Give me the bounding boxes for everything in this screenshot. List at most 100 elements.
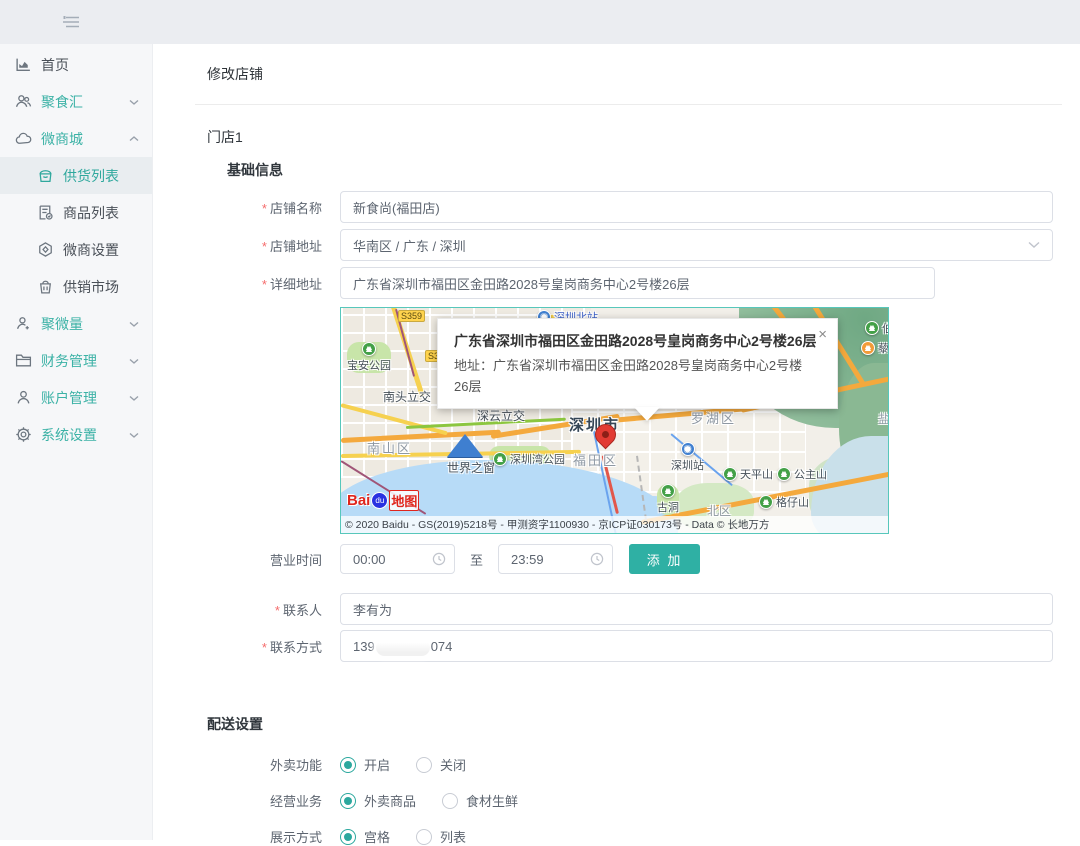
- add-hours-button[interactable]: 添 加: [629, 544, 700, 574]
- sidebar-item-label: 首页: [41, 55, 69, 75]
- sidebar: 首页 聚食汇 微商城: [0, 44, 153, 840]
- divider: [195, 104, 1062, 105]
- sidebar-item-weishangcheng[interactable]: 微商城: [0, 120, 152, 157]
- sidebar-item-juweiliang[interactable]: 聚微量: [0, 305, 152, 342]
- poi-pin-icon: ▲: [865, 321, 879, 335]
- poi-pin-icon: ▲: [759, 495, 773, 509]
- map-label: 南头立交: [383, 388, 431, 405]
- sidebar-item-label: 财务管理: [41, 351, 97, 371]
- required-mark: *: [275, 603, 280, 618]
- business-hours-row: 营业时间 00:00 至 23:59 添 加: [207, 544, 1080, 574]
- radio-option-off[interactable]: 关闭: [416, 755, 466, 774]
- map-label: 南山区: [367, 438, 412, 457]
- top-bar: [0, 0, 1080, 44]
- detail-address-row: *详细地址 广东省深圳市福田区金田路2028号皇岗商务中心2号楼26层: [207, 267, 1080, 299]
- hours-end-input[interactable]: 23:59: [498, 544, 613, 574]
- store-region-label: 店铺地址: [270, 239, 322, 254]
- sidebar-item-supply-list[interactable]: 供货列表: [0, 157, 152, 194]
- chart-icon: [15, 56, 32, 73]
- map-info-popup: 广东省深圳市福田区金田路2028号皇岗商务中心2号楼26层 地址：广东省深圳市福…: [437, 318, 838, 409]
- map-label: ▲天平山: [723, 466, 773, 482]
- map-label: ▲宝安公园: [347, 342, 391, 373]
- store-section-title: 门店1: [207, 127, 1080, 147]
- required-mark: *: [262, 239, 267, 254]
- store-region-row: *店铺地址 华南区 / 广东 / 深圳: [207, 229, 1080, 261]
- radio-option-fresh-food[interactable]: 食材生鲜: [442, 791, 518, 810]
- user-plus-icon: [15, 315, 32, 332]
- poi-pin-icon: ▲: [723, 467, 737, 481]
- map-label: 福田区: [573, 450, 618, 469]
- chevron-up-icon: [129, 135, 139, 143]
- masked-digits: [376, 639, 430, 656]
- map-label: ▲古洞: [657, 484, 679, 515]
- map-label: ◉深圳站: [671, 442, 704, 473]
- sidebar-item-system-settings[interactable]: 系统设置: [0, 416, 152, 453]
- sidebar-item-label: 供销市场: [63, 277, 119, 297]
- map-label: ▲公主山: [777, 466, 827, 482]
- main-content: 修改店铺 门店1 基础信息 *店铺名称 新食尚(福田店) *店铺地址 华南区 /…: [153, 44, 1080, 840]
- radio-unselected-icon: [416, 757, 432, 773]
- sidebar-collapse-icon[interactable]: [62, 14, 80, 30]
- radio-option-on[interactable]: 开启: [340, 755, 390, 774]
- sidebar-item-finance[interactable]: 财务管理: [0, 342, 152, 379]
- sidebar-item-account[interactable]: 账户管理: [0, 379, 152, 416]
- map-attribution: © 2020 Baidu - GS(2019)5218号 - 甲测资字11009…: [341, 516, 888, 533]
- store-region-select[interactable]: 华南区 / 广东 / 深圳: [340, 229, 1053, 261]
- station-icon: ◉: [681, 442, 695, 456]
- map-label: ▲藜蒴露营: [861, 340, 889, 356]
- list-icon: [37, 204, 54, 221]
- hours-start-input[interactable]: 00:00: [340, 544, 455, 574]
- business-hours-label: 营业时间: [207, 550, 322, 569]
- poi-pin-icon: ▲: [861, 341, 875, 355]
- takeout-function-label: 外卖功能: [207, 755, 322, 774]
- basic-info-title: 基础信息: [227, 160, 1080, 180]
- radio-selected-icon: [340, 757, 356, 773]
- chevron-down-icon: [1028, 241, 1040, 249]
- chevron-down-icon: [129, 320, 139, 328]
- map-label: 盐田: [878, 410, 889, 427]
- chevron-down-icon: [129, 394, 139, 402]
- radio-option-grid[interactable]: 宫格: [340, 827, 390, 846]
- takeout-function-row: 外卖功能 开启 关闭: [207, 755, 1080, 774]
- map-label: 世界之窗: [447, 459, 495, 476]
- clock-icon: [590, 552, 604, 566]
- display-mode-row: 展示方式 宫格 列表: [207, 827, 1080, 846]
- display-mode-label: 展示方式: [207, 827, 322, 846]
- sidebar-item-jushihui[interactable]: 聚食汇: [0, 83, 152, 120]
- map-row: S359S33▲宝安公园南头立交南山区世界之窗▲深圳湾公园福田区深云立交深圳市罗…: [340, 307, 1080, 534]
- contact-name-input[interactable]: 李有为: [340, 593, 1053, 625]
- close-icon[interactable]: ×: [818, 327, 827, 342]
- radio-option-takeout-goods[interactable]: 外卖商品: [340, 791, 416, 810]
- sidebar-item-label: 聚微量: [41, 314, 83, 334]
- map-label: ▲格仔山: [759, 494, 809, 510]
- sidebar-item-supply-market[interactable]: 供销市场: [0, 268, 152, 305]
- hours-separator: 至: [470, 550, 483, 569]
- store-name-row: *店铺名称 新食尚(福田店): [207, 191, 1080, 223]
- contact-phone-input[interactable]: 139074: [340, 630, 1053, 662]
- popup-address: 地址：广东省深圳市福田区金田路2028号皇岗商务中心2号楼26层: [454, 355, 809, 398]
- radio-unselected-icon: [416, 829, 432, 845]
- contact-name-label: 联系人: [283, 603, 322, 618]
- radio-option-list[interactable]: 列表: [416, 827, 466, 846]
- sidebar-item-product-list[interactable]: 商品列表: [0, 194, 152, 231]
- contact-name-row: *联系人 李有为: [207, 593, 1080, 625]
- map-label: S359: [398, 310, 425, 322]
- detail-address-input[interactable]: 广东省深圳市福田区金田路2028号皇岗商务中心2号楼26层: [340, 267, 935, 299]
- baidu-paw-icon: du: [371, 492, 388, 509]
- business-type-label: 经营业务: [207, 791, 322, 810]
- sidebar-item-label: 账户管理: [41, 388, 97, 408]
- chevron-down-icon: [129, 431, 139, 439]
- delivery-section-title: 配送设置: [207, 714, 1080, 734]
- sidebar-item-weishang-settings[interactable]: 微商设置: [0, 231, 152, 268]
- required-mark: *: [262, 277, 267, 292]
- store-name-label: 店铺名称: [270, 201, 322, 216]
- sidebar-item-label: 系统设置: [41, 425, 97, 445]
- map-canvas[interactable]: S359S33▲宝安公园南头立交南山区世界之窗▲深圳湾公园福田区深云立交深圳市罗…: [340, 307, 889, 534]
- sidebar-item-label: 微商设置: [63, 240, 119, 260]
- poi-pin-icon: ▲: [362, 342, 376, 356]
- required-mark: *: [262, 201, 267, 216]
- map-label: 罗湖区: [691, 408, 736, 427]
- store-name-input[interactable]: 新食尚(福田店): [340, 191, 1053, 223]
- sidebar-item-home[interactable]: 首页: [0, 46, 152, 83]
- market-bag-icon: [37, 278, 54, 295]
